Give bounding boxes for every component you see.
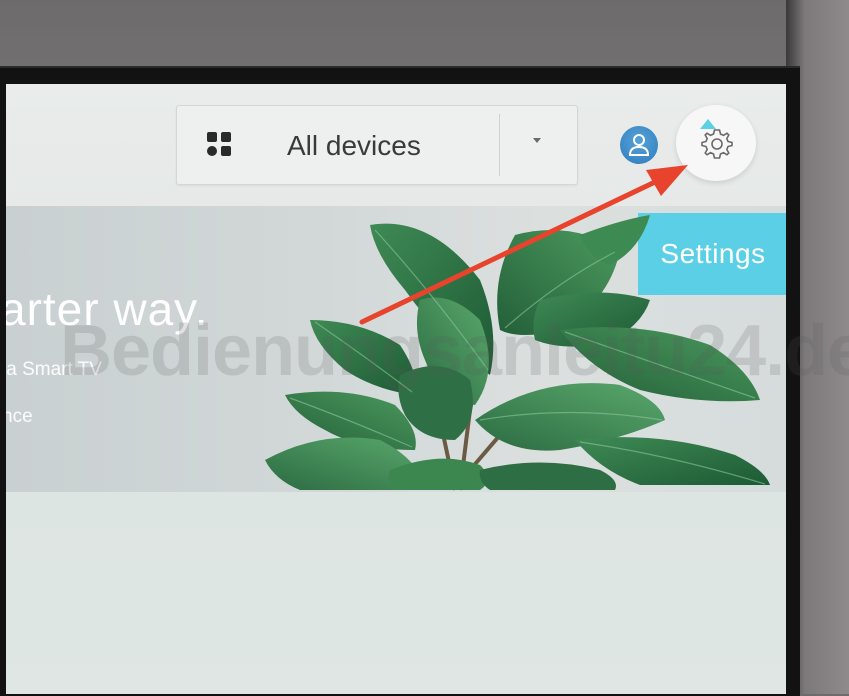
gear-icon bbox=[701, 129, 733, 159]
banner-subtitle: ia Smart TV bbox=[6, 359, 102, 380]
settings-button[interactable] bbox=[676, 105, 756, 181]
divider bbox=[499, 114, 500, 176]
settings-tooltip: Settings bbox=[638, 213, 786, 295]
tv-screen: All devices Settings arter way. ia Smart… bbox=[6, 84, 786, 694]
caret-down-icon[interactable] bbox=[533, 138, 541, 143]
tooltip-pointer bbox=[700, 119, 716, 129]
grid-icon bbox=[207, 132, 233, 158]
banner-subtitle-2: nce bbox=[6, 406, 33, 427]
banner-title: arter way. bbox=[6, 283, 209, 335]
account-icon[interactable] bbox=[620, 126, 658, 164]
device-selector-label: All devices bbox=[287, 130, 421, 161]
content-area bbox=[6, 492, 786, 694]
device-selector[interactable]: All devices bbox=[176, 105, 578, 185]
